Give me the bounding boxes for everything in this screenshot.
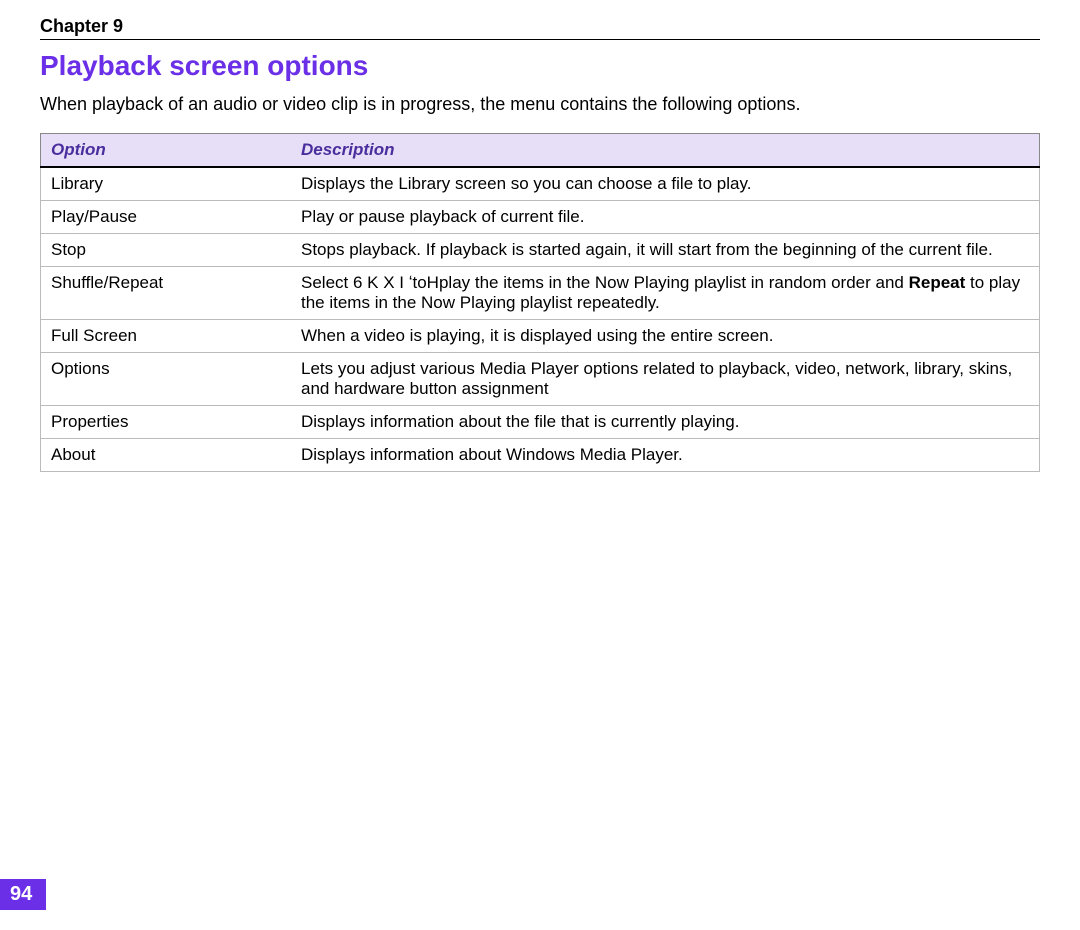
intro-paragraph: When playback of an audio or video clip … — [40, 94, 1040, 115]
table-row: Options Lets you adjust various Media Pl… — [41, 353, 1040, 406]
option-cell: Full Screen — [41, 320, 292, 353]
description-cell: Displays information about the file that… — [291, 406, 1040, 439]
option-cell: Shuffle/Repeat — [41, 267, 292, 320]
option-cell: Options — [41, 353, 292, 406]
table-row: Library Displays the Library screen so y… — [41, 167, 1040, 201]
section-title: Playback screen options — [40, 50, 1040, 82]
description-cell: Play or pause playback of current file. — [291, 201, 1040, 234]
chapter-heading: Chapter 9 — [40, 16, 1040, 40]
table-row: Stop Stops playback. If playback is star… — [41, 234, 1040, 267]
table-row: Full Screen When a video is playing, it … — [41, 320, 1040, 353]
page-number-badge: 94 — [0, 879, 46, 910]
table-row: Properties Displays information about th… — [41, 406, 1040, 439]
table-row: Play/Pause Play or pause playback of cur… — [41, 201, 1040, 234]
description-cell: Lets you adjust various Media Player opt… — [291, 353, 1040, 406]
description-cell: Displays the Library screen so you can c… — [291, 167, 1040, 201]
table-row: About Displays information about Windows… — [41, 439, 1040, 472]
col-header-option: Option — [41, 134, 292, 168]
description-cell: When a video is playing, it is displayed… — [291, 320, 1040, 353]
description-cell: Select 6 K X I ʻtoHplay the items in the… — [291, 267, 1040, 320]
col-header-description: Description — [291, 134, 1040, 168]
description-cell: Displays information about Windows Media… — [291, 439, 1040, 472]
option-cell: Properties — [41, 406, 292, 439]
options-table: Option Description Library Displays the … — [40, 133, 1040, 472]
table-row: Shuffle/Repeat Select 6 K X I ʻtoHplay t… — [41, 267, 1040, 320]
description-cell: Stops playback. If playback is started a… — [291, 234, 1040, 267]
page-content: Chapter 9 Playback screen options When p… — [0, 0, 1080, 472]
option-cell: Stop — [41, 234, 292, 267]
option-cell: About — [41, 439, 292, 472]
option-cell: Library — [41, 167, 292, 201]
option-cell: Play/Pause — [41, 201, 292, 234]
